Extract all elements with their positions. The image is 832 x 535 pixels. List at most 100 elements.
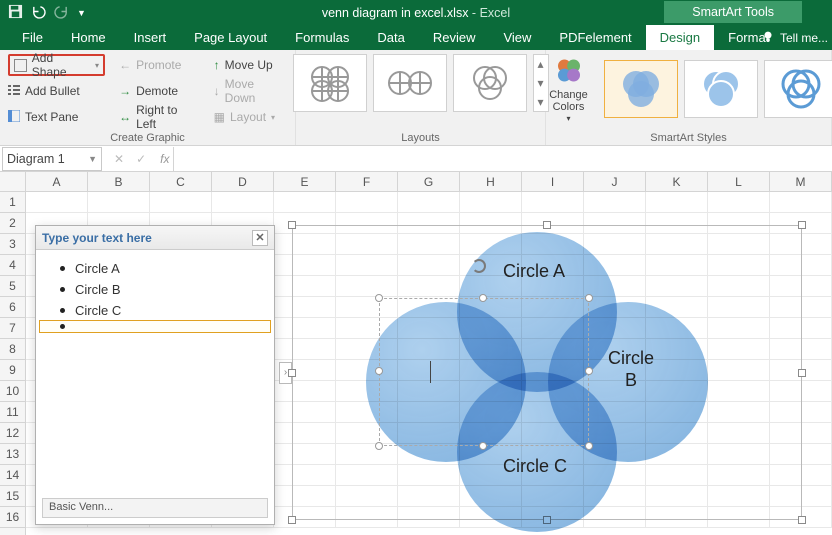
resize-handle[interactable] [585,294,593,302]
add-shape-button[interactable]: Add Shape▾ [8,54,105,76]
rtl-button[interactable]: ↔Right to Left [119,106,200,128]
resize-handle[interactable] [375,294,383,302]
tab-formulas[interactable]: Formulas [281,25,363,50]
demote-button[interactable]: →Demote [119,80,200,102]
list-item[interactable]: Circle A [40,258,270,279]
resize-handle[interactable] [288,221,296,229]
resize-handle[interactable] [543,221,551,229]
column-header[interactable]: H [460,172,522,191]
row-header[interactable]: 10 [0,381,25,402]
resize-handle[interactable] [798,221,806,229]
resize-handle[interactable] [375,442,383,450]
promote-button[interactable]: ←Promote [119,54,200,76]
resize-handle[interactable] [375,367,383,375]
layout-thumb-3[interactable] [453,54,527,112]
column-header[interactable]: L [708,172,770,191]
cell[interactable] [398,192,460,213]
move-down-button[interactable]: ↓Move Down [214,80,287,102]
select-all-corner[interactable] [0,172,26,192]
resize-handle[interactable] [288,369,296,377]
row-header[interactable]: 5 [0,276,25,297]
resize-handle[interactable] [798,369,806,377]
cancel-icon[interactable]: ✕ [114,152,124,166]
text-pane-button[interactable]: Text Pane [8,106,105,128]
tab-review[interactable]: Review [419,25,490,50]
tab-page-layout[interactable]: Page Layout [180,25,281,50]
resize-handle[interactable] [479,294,487,302]
column-header[interactable]: A [26,172,88,191]
cell[interactable] [26,192,88,213]
redo-icon[interactable] [54,4,69,22]
row-header[interactable]: 16 [0,507,25,528]
cell[interactable] [584,192,646,213]
column-header[interactable]: M [770,172,832,191]
column-header[interactable]: G [398,172,460,191]
cell[interactable] [274,192,336,213]
style-thumb-3[interactable] [764,60,832,118]
row-headers[interactable]: 12345678910111213141516 [0,192,26,535]
qat-dropdown-icon[interactable]: ▼ [77,8,86,18]
row-header[interactable]: 12 [0,423,25,444]
column-header[interactable]: F [336,172,398,191]
confirm-icon[interactable]: ✓ [136,152,146,166]
tab-data[interactable]: Data [363,25,418,50]
row-header[interactable]: 14 [0,465,25,486]
row-header[interactable]: 4 [0,255,25,276]
cell[interactable] [522,192,584,213]
row-header[interactable]: 11 [0,402,25,423]
formula-bar[interactable] [173,147,832,171]
resize-handle[interactable] [798,516,806,524]
tab-file[interactable]: File [8,25,57,50]
row-header[interactable]: 1 [0,192,25,213]
column-header[interactable]: D [212,172,274,191]
tab-pdfelement[interactable]: PDFelement [545,25,645,50]
resize-handle[interactable] [585,442,593,450]
close-icon[interactable]: ✕ [252,230,268,246]
smartart-canvas[interactable]: › Circle A Circle B Circle C [292,225,802,520]
tab-design[interactable]: Design [646,25,714,50]
column-header[interactable]: E [274,172,336,191]
cell[interactable] [212,192,274,213]
list-item[interactable]: Circle C [40,300,270,321]
resize-handle[interactable] [479,442,487,450]
tab-insert[interactable]: Insert [120,25,181,50]
tab-home[interactable]: Home [57,25,120,50]
text-pane-footer[interactable]: Basic Venn... [42,498,268,518]
row-header[interactable]: 7 [0,318,25,339]
cell[interactable] [460,192,522,213]
resize-handle[interactable] [288,516,296,524]
undo-icon[interactable] [31,4,46,22]
row-header[interactable]: 15 [0,486,25,507]
row-header[interactable]: 8 [0,339,25,360]
cell[interactable] [336,192,398,213]
row-header[interactable]: 9 [0,360,25,381]
column-header[interactable]: I [522,172,584,191]
row-header[interactable]: 2 [0,213,25,234]
layout-thumb-1[interactable] [293,54,367,112]
resize-handle[interactable] [585,367,593,375]
list-item[interactable]: Circle B [40,279,270,300]
cell[interactable] [646,192,708,213]
style-thumb-1[interactable] [604,60,678,118]
text-pane-body[interactable]: Circle A Circle B Circle C [36,250,274,336]
list-item[interactable] [40,321,270,332]
column-header[interactable]: J [584,172,646,191]
tell-me[interactable]: Tell me... [761,29,828,46]
column-header[interactable]: C [150,172,212,191]
name-box[interactable]: Diagram 1▼ [2,147,102,171]
rotate-handle[interactable] [472,259,486,273]
column-header[interactable]: K [646,172,708,191]
column-header[interactable]: B [88,172,150,191]
row-header[interactable]: 3 [0,234,25,255]
cell[interactable] [88,192,150,213]
layout-button[interactable]: ▦Layout▾ [214,106,287,128]
save-icon[interactable] [8,4,23,22]
cell[interactable] [150,192,212,213]
cell[interactable] [708,192,770,213]
change-colors-button[interactable]: Change Colors▾ [540,54,598,124]
layout-thumb-2[interactable] [373,54,447,112]
shape-selection[interactable] [379,298,589,446]
style-thumb-2[interactable] [684,60,758,118]
fx-label[interactable]: fx [156,152,173,166]
column-headers[interactable]: ABCDEFGHIJKLM [26,172,832,192]
